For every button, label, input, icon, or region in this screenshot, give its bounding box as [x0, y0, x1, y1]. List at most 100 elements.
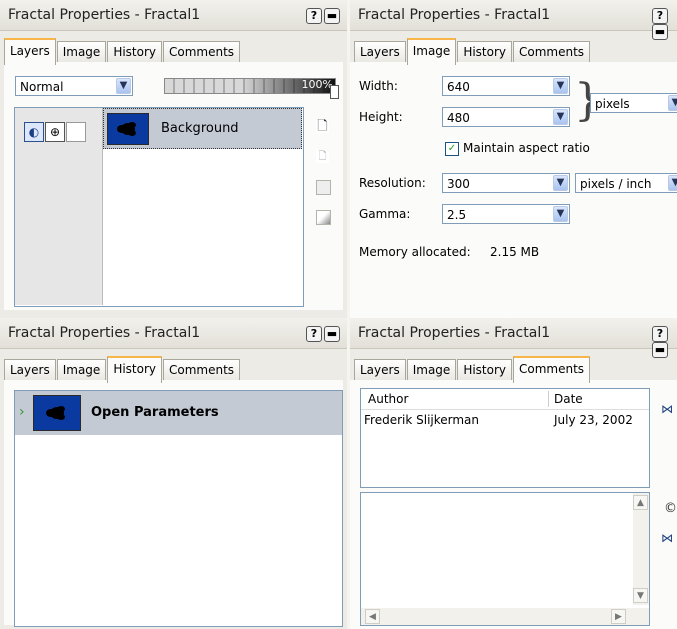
dropdown-arrow-icon: ▼: [553, 109, 568, 125]
blend-mode-value: Normal: [20, 80, 64, 94]
table-header: Author Date: [361, 389, 649, 410]
titlebar-buttons: ?▬: [650, 8, 677, 40]
height-select[interactable]: 480 ▼: [442, 107, 570, 127]
minimize-icon[interactable]: ▬: [324, 8, 340, 24]
tab-history[interactable]: History: [457, 41, 513, 63]
panel-title: Fractal Properties - Fractal1: [358, 7, 551, 23]
col-date-header[interactable]: Date: [554, 392, 583, 406]
dropdown-arrow-icon: ▼: [553, 206, 568, 222]
dropdown-arrow-icon: ▼: [116, 78, 131, 94]
navigate-icon[interactable]: ⋈: [661, 402, 673, 416]
tab-layers[interactable]: Layers: [4, 359, 56, 381]
scroll-up-icon[interactable]: ▲: [633, 495, 648, 510]
tab-image[interactable]: Image: [406, 38, 457, 65]
layers-panel: Fractal Properties - Fractal1 ? ▬ Layers I…: [0, 0, 347, 318]
horizontal-scrollbar[interactable]: ◀ ▶: [361, 608, 649, 625]
new-layer-icon[interactable]: 🗋: [316, 120, 329, 133]
history-panel-titlebar: Fractal Properties - Fractal1: [0, 318, 347, 349]
header-divider: [548, 391, 549, 407]
tab-strip: Layers Image History Comments: [354, 356, 673, 383]
layer-props-icon[interactable]: [316, 180, 331, 195]
history-item-label: Open Parameters: [91, 405, 219, 420]
tab-comments[interactable]: Comments: [163, 359, 241, 381]
gamma-label: Gamma:: [359, 207, 411, 221]
history-list: › Open Parameters: [14, 390, 343, 627]
blend-mode-select[interactable]: Normal ▼: [15, 76, 133, 96]
size-unit-select[interactable]: pixels ▼: [590, 93, 677, 113]
opacity-slider[interactable]: 100%: [164, 78, 339, 99]
layers-panel-titlebar: Fractal Properties - Fractal1: [0, 0, 347, 31]
titlebar-buttons: ?▬: [304, 8, 340, 24]
comments-panel-titlebar: Fractal Properties - Fractal1: [350, 318, 677, 349]
height-label: Height:: [359, 110, 403, 124]
history-content: › Open Parameters: [4, 380, 343, 627]
navigate-icon[interactable]: ⋈: [661, 531, 673, 545]
comments-table: Author Date Frederik Slijkerman July 23,…: [360, 388, 650, 488]
history-step-icon: ›: [19, 404, 25, 420]
visibility-icon[interactable]: ◐: [24, 122, 44, 142]
opacity-handle[interactable]: [330, 85, 339, 99]
layer-row[interactable]: ◐ ⊕ Background: [15, 108, 303, 305]
tab-history[interactable]: History: [107, 41, 163, 63]
tab-layers[interactable]: Layers: [354, 359, 406, 381]
image-content: Width: 640 ▼ Height: 480 ▼ } pixels ▼ ✓ Mai…: [350, 62, 677, 318]
vertical-scrollbar[interactable]: ▲ ▼: [633, 493, 649, 605]
tab-comments[interactable]: Comments: [163, 41, 241, 63]
layer-thumbnail: [107, 113, 149, 145]
scroll-left-icon[interactable]: ◀: [365, 609, 380, 624]
row-date: July 23, 2002: [554, 413, 633, 427]
tab-strip: Layers Image History Comments: [354, 38, 673, 65]
gamma-select[interactable]: 2.5 ▼: [442, 204, 570, 224]
help-icon[interactable]: ?: [652, 8, 668, 24]
tab-layers[interactable]: Layers: [354, 41, 406, 63]
tab-comments[interactable]: Comments: [513, 356, 591, 383]
panel-title: Fractal Properties - Fractal1: [8, 325, 201, 341]
width-value: 640: [447, 80, 470, 94]
history-item[interactable]: › Open Parameters: [15, 391, 342, 435]
lock-icon[interactable]: [66, 122, 86, 142]
comments-content: Author Date Frederik Slijkerman July 23,…: [350, 380, 677, 629]
tab-image[interactable]: Image: [56, 359, 107, 381]
comment-textarea[interactable]: ▲ ▼ ◀ ▶: [360, 492, 650, 626]
history-panel: Fractal Properties - Fractal1 ? ▬ Layers I…: [0, 318, 347, 629]
resolution-value: 300: [447, 177, 470, 191]
tab-image[interactable]: Image: [56, 41, 107, 63]
table-row[interactable]: Frederik Slijkerman July 23, 2002: [361, 409, 649, 429]
mask-icon[interactable]: [316, 210, 331, 225]
tab-history[interactable]: History: [457, 359, 513, 381]
help-icon[interactable]: ?: [306, 326, 322, 342]
image-panel: Fractal Properties - Fractal1 ?▬ Layers I…: [350, 0, 677, 318]
scroll-down-icon[interactable]: ▼: [633, 588, 648, 603]
opacity-value: 100%: [301, 78, 333, 91]
height-value: 480: [447, 111, 470, 125]
col-author-header[interactable]: Author: [368, 392, 408, 406]
tab-layers[interactable]: Layers: [4, 38, 56, 65]
minimize-icon[interactable]: ▬: [324, 326, 340, 342]
delete-layer-icon[interactable]: 🗋: [316, 150, 329, 163]
dropdown-arrow-icon: ▼: [668, 95, 677, 111]
dropdown-arrow-icon: ▼: [553, 78, 568, 94]
help-icon[interactable]: ?: [652, 326, 668, 342]
tab-history[interactable]: History: [107, 356, 163, 383]
copyright-icon[interactable]: ©: [664, 501, 677, 516]
history-thumbnail: [33, 395, 81, 431]
tab-image[interactable]: Image: [406, 359, 457, 381]
dropdown-arrow-icon: ▼: [553, 175, 568, 191]
help-icon[interactable]: ?: [306, 8, 322, 24]
zoom-icon[interactable]: ⊕: [45, 122, 65, 142]
comments-panel: Fractal Properties - Fractal1 ?▬ Layers I…: [350, 318, 677, 629]
tab-comments[interactable]: Comments: [513, 41, 591, 63]
scroll-right-icon[interactable]: ▶: [611, 609, 626, 624]
resolution-select[interactable]: 300 ▼: [442, 173, 570, 193]
layers-content: Normal ▼ 100% ◐ ⊕ Background 🗋 🗋: [4, 62, 343, 310]
size-unit-value: pixels: [595, 97, 630, 111]
resolution-unit-select[interactable]: pixels / inch ▼: [575, 173, 677, 193]
titlebar-buttons: ?▬: [304, 326, 340, 342]
layer-name: Background: [161, 121, 239, 136]
panel-title: Fractal Properties - Fractal1: [8, 7, 201, 23]
titlebar-buttons: ?▬: [650, 326, 677, 358]
maintain-aspect-checkbox[interactable]: ✓: [445, 142, 459, 156]
memory-label: Memory allocated:: [359, 245, 471, 259]
panel-title: Fractal Properties - Fractal1: [358, 325, 551, 341]
width-select[interactable]: 640 ▼: [442, 76, 570, 96]
